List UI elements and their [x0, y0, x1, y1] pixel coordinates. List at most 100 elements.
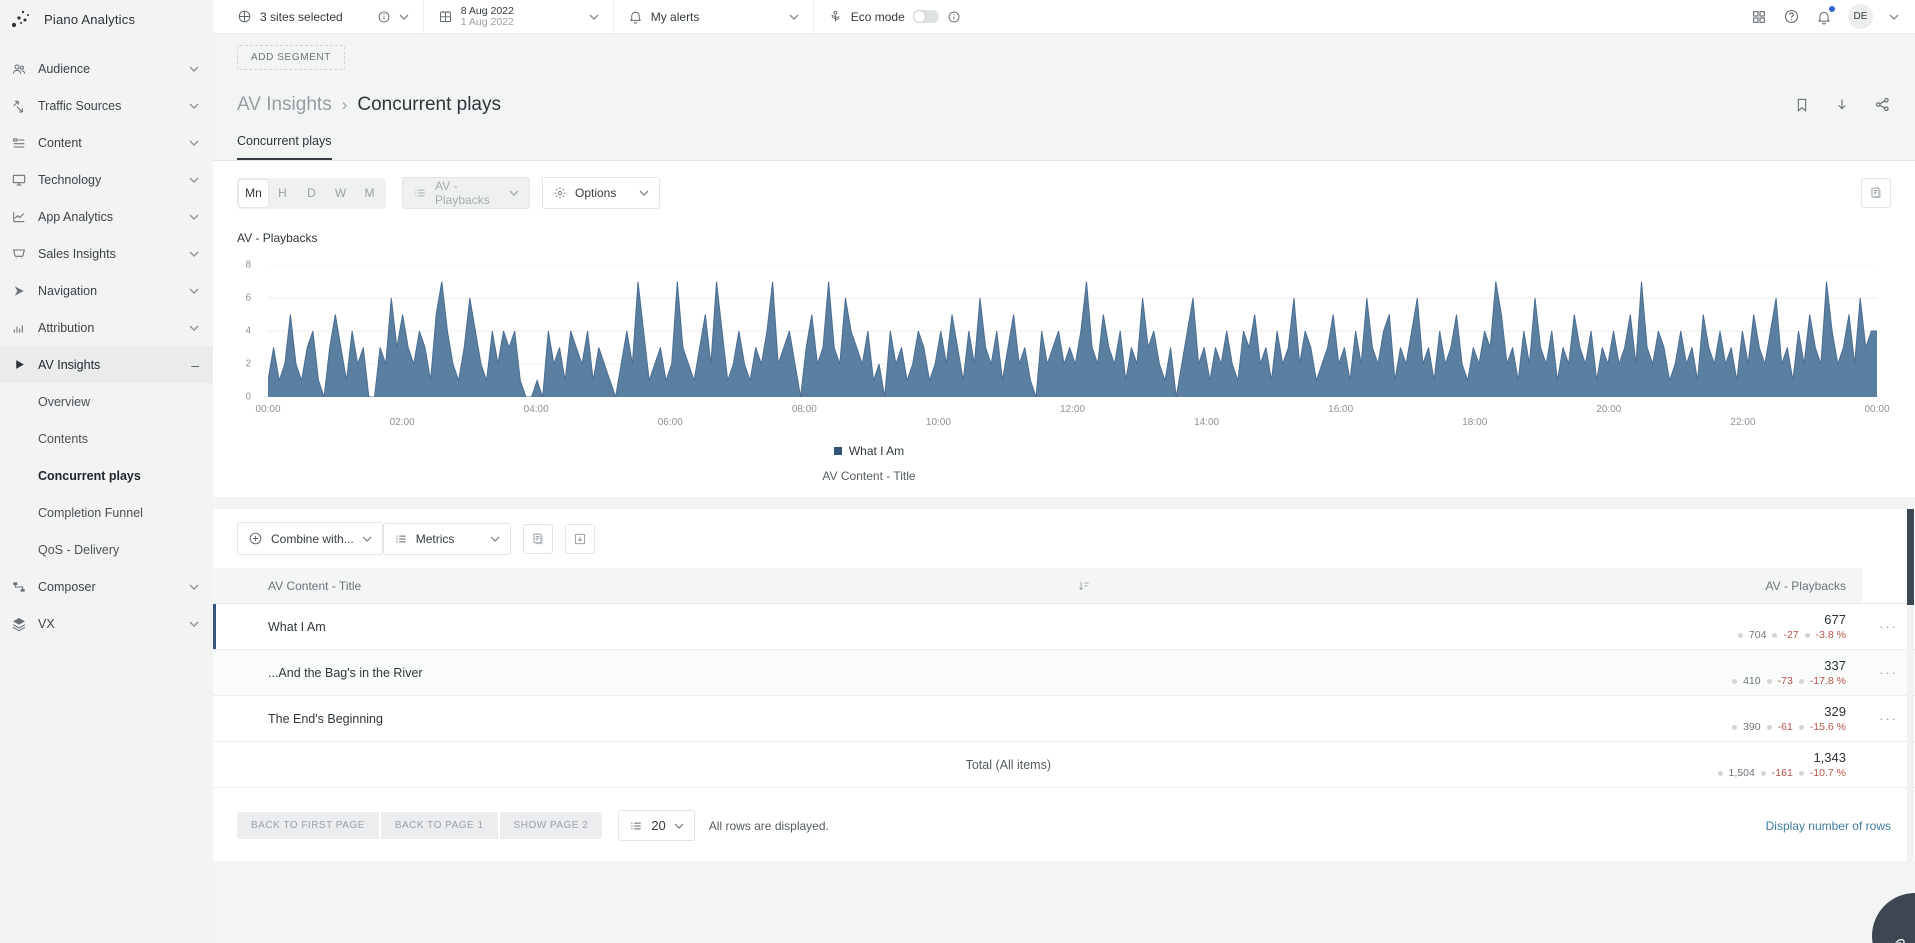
help-icon[interactable]	[1783, 8, 1800, 25]
table-card: Combine with... Metrics AV Content - Tit…	[213, 509, 1915, 861]
x-axis-tick-label: 06:00	[658, 417, 683, 428]
options-dropdown[interactable]: Options	[542, 177, 660, 209]
chevron-down-icon	[189, 584, 199, 590]
copy-table-button[interactable]	[523, 524, 553, 554]
sidebar-subitem-completion-funnel[interactable]: Completion Funnel	[0, 494, 213, 531]
row-pct-value: -17.8 %	[1810, 675, 1846, 687]
sidebar-item-label: Sales Insights	[38, 247, 189, 261]
gear-icon	[553, 186, 567, 200]
chart-legend: What I Am AV Content - Title	[237, 442, 1891, 483]
calendar-icon	[438, 9, 453, 24]
info-icon[interactable]	[377, 10, 391, 24]
copy-chart-button[interactable]	[1861, 178, 1891, 208]
date-secondary: 1 Aug 2022	[461, 17, 514, 28]
total-value: 1,343	[1813, 750, 1846, 765]
back-to-first-page-button[interactable]: BACK TO FIRST PAGE	[237, 812, 379, 839]
legend-item[interactable]: What I Am	[834, 444, 904, 458]
area-chart[interactable]	[268, 265, 1877, 397]
row-subvalues: 704 -27 -3.8 %	[1738, 629, 1846, 641]
legend-swatch	[834, 447, 842, 455]
granularity-m[interactable]: M	[355, 180, 384, 207]
row-more-button[interactable]: ···	[1879, 624, 1898, 630]
sidebar-item-content[interactable]: Content	[0, 124, 213, 161]
row-pct-value: -15.6 %	[1810, 721, 1846, 733]
dot-icon	[1761, 771, 1766, 776]
chevron-down-icon	[189, 177, 199, 183]
combine-with-button[interactable]: Combine with...	[237, 522, 383, 555]
site-selector[interactable]: 3 sites selected	[213, 0, 424, 33]
row-more-button[interactable]: ···	[1879, 716, 1898, 722]
main-content: ADD SEGMENT AV Insights › Concurrent pla…	[213, 35, 1915, 943]
sidebar-item-traffic-sources[interactable]: Traffic Sources	[0, 87, 213, 124]
sidebar-item-label: AV Insights	[38, 358, 191, 372]
eco-mode-toggle[interactable]	[913, 10, 939, 23]
bell-icon	[628, 9, 643, 24]
sidebar-item-navigation[interactable]: Navigation	[0, 272, 213, 309]
granularity-d[interactable]: D	[297, 180, 326, 207]
sidebar-subitem-qos-delivery[interactable]: QoS - Delivery	[0, 531, 213, 568]
sidebar-item-composer[interactable]: Composer	[0, 568, 213, 605]
table-scrollbar[interactable]	[1907, 509, 1914, 861]
date-range-selector[interactable]: 8 Aug 2022 1 Aug 2022	[424, 0, 614, 33]
apps-grid-icon[interactable]	[1751, 9, 1767, 25]
topbar: 3 sites selected 8 Aug 2022 1 Aug 2022 M…	[213, 0, 1915, 34]
av-insights-play-icon	[11, 357, 27, 373]
rows-per-page-select[interactable]: 20	[618, 810, 694, 841]
notification-dot	[1829, 6, 1835, 12]
eco-plant-icon	[828, 9, 843, 24]
sidebar-subitem-contents[interactable]: Contents	[0, 420, 213, 457]
notifications-bell-icon[interactable]	[1816, 9, 1832, 25]
row-subvalues: 390 -61 -15.6 %	[1732, 721, 1846, 733]
scrollbar-thumb[interactable]	[1907, 509, 1914, 605]
breadcrumb-parent[interactable]: AV Insights	[237, 94, 332, 116]
my-alerts-selector[interactable]: My alerts	[614, 0, 814, 33]
legend-series-name: What I Am	[849, 444, 904, 458]
metrics-dropdown[interactable]: Metrics	[383, 523, 511, 555]
tab-concurrent-plays[interactable]: Concurrent plays	[237, 134, 332, 160]
add-segment-button[interactable]: ADD SEGMENT	[237, 45, 345, 70]
metric-select[interactable]: AV - Playbacks	[402, 177, 530, 209]
x-axis-tick-label: 18:00	[1462, 417, 1487, 428]
download-icon[interactable]	[1834, 96, 1850, 114]
show-page-2-button[interactable]: SHOW PAGE 2	[500, 812, 603, 839]
sidebar-subitem-concurrent-plays[interactable]: Concurrent plays	[0, 457, 213, 494]
share-icon[interactable]	[1874, 96, 1891, 114]
x-axis-tick-label: 22:00	[1730, 417, 1755, 428]
info-icon[interactable]	[947, 10, 961, 24]
sidebar-item-audience[interactable]: Audience	[0, 50, 213, 87]
row-diff-value: -73	[1778, 675, 1793, 687]
chevron-down-icon	[399, 14, 409, 20]
x-axis-tick-label: 00:00	[255, 404, 280, 415]
eco-mode-label: Eco mode	[851, 10, 905, 24]
bookmark-icon[interactable]	[1794, 96, 1810, 114]
export-table-button[interactable]	[565, 524, 595, 554]
row-more-button[interactable]: ···	[1879, 670, 1898, 676]
chevron-down-icon[interactable]	[1889, 14, 1899, 20]
granularity-w[interactable]: W	[326, 180, 355, 207]
back-to-page-1-button[interactable]: BACK TO PAGE 1	[381, 812, 498, 839]
sites-selected-label: 3 sites selected	[260, 10, 343, 24]
breadcrumb: AV Insights › Concurrent plays	[213, 70, 1915, 116]
sidebar-item-app-analytics[interactable]: App Analytics	[0, 198, 213, 235]
chevron-down-icon	[639, 190, 649, 196]
avatar[interactable]: DE	[1848, 4, 1873, 29]
brand-logo[interactable]: Piano Analytics	[0, 0, 213, 38]
granularity-h[interactable]: H	[268, 180, 297, 207]
sidebar-item-attribution[interactable]: Attribution	[0, 309, 213, 346]
technology-icon	[11, 172, 27, 188]
column-header-dimension[interactable]: AV Content - Title	[213, 568, 1067, 604]
dot-icon	[1767, 679, 1772, 684]
granularity-mn[interactable]: Mn	[239, 180, 268, 207]
display-number-of-rows-link[interactable]: Display number of rows	[1766, 819, 1891, 833]
total-prev-value: 1,504	[1729, 767, 1755, 779]
sidebar-item-technology[interactable]: Technology	[0, 161, 213, 198]
total-pct-value: -10.7 %	[1810, 767, 1846, 779]
chevron-down-icon	[509, 190, 519, 196]
sidebar-item-av-insights[interactable]: AV Insights –	[0, 346, 213, 383]
row-value: 329	[1824, 704, 1846, 719]
sidebar-item-sales-insights[interactable]: Sales Insights	[0, 235, 213, 272]
sidebar-item-vx[interactable]: VX	[0, 605, 213, 642]
sidebar-subitem-overview[interactable]: Overview	[0, 383, 213, 420]
column-header-metric[interactable]: AV - Playbacks	[1067, 568, 1862, 604]
dot-icon	[1772, 633, 1777, 638]
